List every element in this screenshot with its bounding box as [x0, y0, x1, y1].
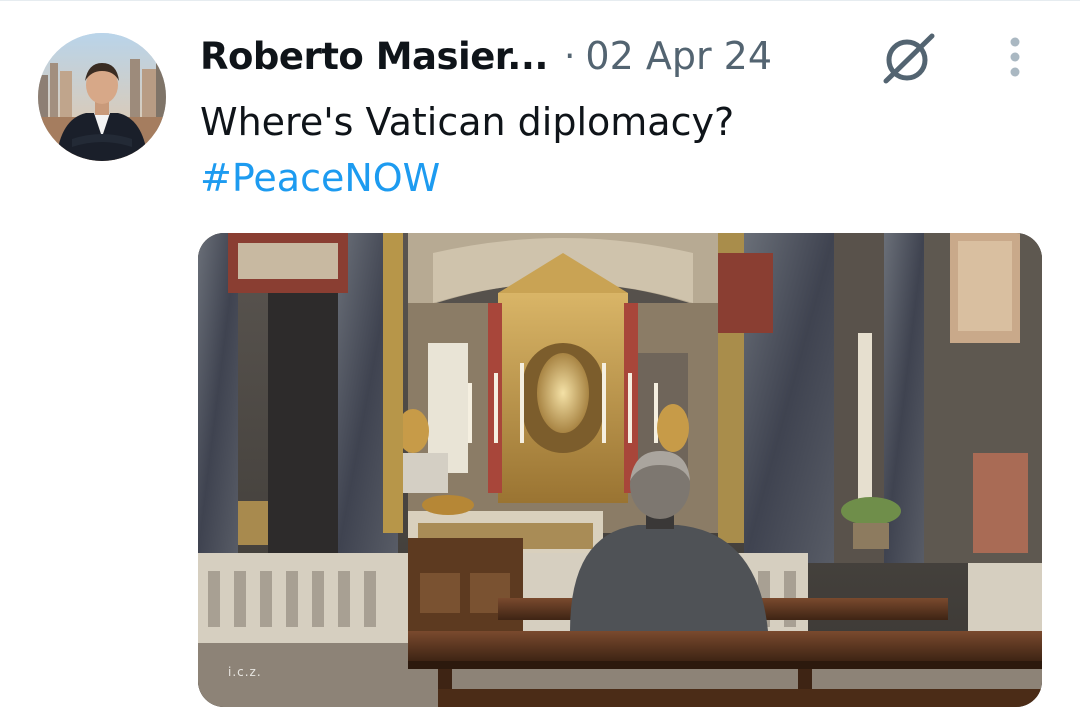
tweet-media-image[interactable]: i.c.z. — [198, 233, 1042, 707]
media-watermark: i.c.z. — [228, 665, 262, 679]
top-divider — [0, 0, 1080, 1]
hashtag-link[interactable]: #PeaceNOW — [200, 150, 734, 206]
tweet-text: Where's Vatican diplomacy? — [200, 100, 735, 144]
tweet-body: Where's Vatican diplomacy? #PeaceNOW — [200, 94, 734, 206]
grok-icon[interactable] — [880, 32, 938, 84]
tweet-date[interactable]: 02 Apr 24 — [585, 34, 772, 78]
church-interior-photo — [198, 233, 1042, 707]
author-name[interactable]: Roberto Masier... — [200, 35, 548, 78]
more-vertical-icon[interactable] — [1000, 36, 1030, 82]
avatar-image — [38, 33, 166, 161]
header-separator: · — [563, 35, 576, 77]
avatar[interactable] — [38, 33, 166, 161]
tweet-header: Roberto Masier... · 02 Apr 24 — [200, 30, 772, 82]
